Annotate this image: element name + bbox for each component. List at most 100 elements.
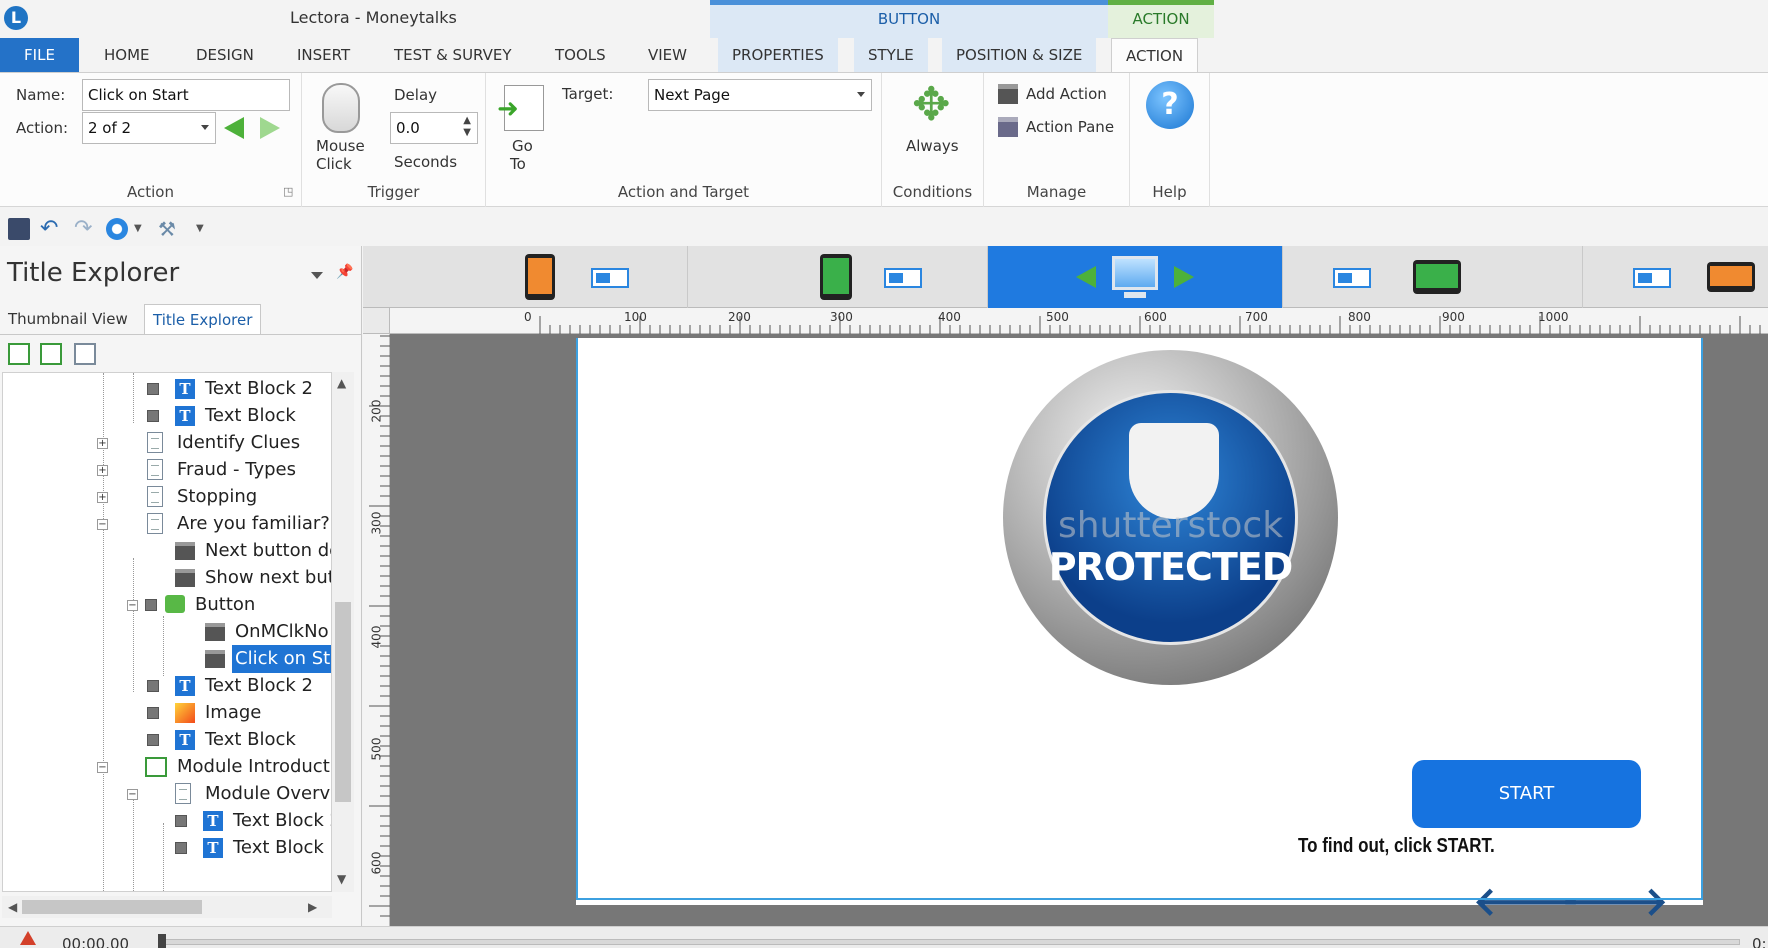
help-group-label: Help <box>1152 183 1187 201</box>
tab-tools[interactable]: TOOLS <box>541 38 620 72</box>
tab-properties[interactable]: PROPERTIES <box>718 38 838 72</box>
lectora-window: L Lectora - Moneytalks BUTTON ACTION FIL… <box>0 0 1768 948</box>
mouse-click-label-1[interactable]: Mouse <box>316 137 365 155</box>
next-device-icon[interactable] <box>1174 266 1194 288</box>
format-painter-icon[interactable]: ⚒ <box>158 218 180 240</box>
collapse-icon[interactable]: − <box>127 600 138 611</box>
next-action-icon[interactable] <box>260 117 280 139</box>
target-label: Target: <box>562 85 614 103</box>
device-desktop[interactable] <box>988 246 1283 308</box>
text-block-icon: T <box>203 838 223 858</box>
toggle-icon[interactable] <box>1633 268 1671 288</box>
tab-insert[interactable]: INSERT <box>283 38 364 72</box>
device-phone-landscape[interactable] <box>1583 246 1768 308</box>
customize-toolbar-icon[interactable]: ▼ <box>196 218 206 240</box>
tab-thumbnail-view[interactable]: Thumbnail View <box>0 304 136 334</box>
ruler-label: 300 <box>830 310 853 324</box>
tab-design[interactable]: DESIGN <box>182 38 268 72</box>
go-to-icon[interactable]: ➜ <box>497 85 544 131</box>
text-block-icon: T <box>175 730 195 750</box>
tab-title-explorer[interactable]: Title Explorer <box>144 304 262 334</box>
ruler-label: 600 <box>369 851 384 875</box>
chevron-up-icon[interactable]: ▲ <box>337 376 346 390</box>
scroll-thumb[interactable] <box>22 900 202 914</box>
ruler-label: 700 <box>1245 310 1268 324</box>
help-icon[interactable]: ? <box>1146 81 1194 129</box>
timeline-handle[interactable] <box>158 934 166 948</box>
lectora-logo-icon[interactable]: L <box>4 6 28 30</box>
device-phone-portrait[interactable] <box>363 246 688 308</box>
add-action-icon[interactable] <box>998 84 1018 104</box>
tab-home[interactable]: HOME <box>90 38 164 72</box>
mouse-click-label-2[interactable]: Click <box>316 155 352 173</box>
collapse-icon[interactable]: − <box>97 519 108 530</box>
expand-icon[interactable]: + <box>97 438 108 449</box>
text-block-icon: T <box>175 406 195 426</box>
tab-position-size[interactable]: POSITION & SIZE <box>942 38 1097 72</box>
spinner-icon[interactable]: ▲ ▼ <box>463 115 471 139</box>
always-icon[interactable]: ✥ <box>912 79 951 129</box>
preview-icon[interactable] <box>106 218 128 240</box>
chevron-down-icon <box>201 125 209 130</box>
chevron-down-icon[interactable]: ▼ <box>134 218 144 240</box>
tab-action[interactable]: ACTION <box>1111 38 1199 73</box>
tree-horizontal-scrollbar[interactable]: ◀ ▶ <box>2 896 332 918</box>
add-section-icon[interactable] <box>40 343 62 365</box>
redo-icon[interactable]: ↷ <box>74 218 96 240</box>
device-tablet-portrait[interactable] <box>688 246 988 308</box>
tab-test-survey[interactable]: TEST & SURVEY <box>380 38 526 72</box>
page-icon <box>147 459 163 480</box>
action-group-label: Action <box>127 183 174 201</box>
action-group: Name: Click on Start Action: 2 of 2 ◳ Ac… <box>0 73 302 207</box>
ruler-label: 500 <box>1046 310 1069 324</box>
add-page-icon[interactable] <box>74 343 96 365</box>
toggle-icon[interactable] <box>1333 268 1371 288</box>
timeline-track[interactable] <box>160 939 1740 945</box>
collapse-icon[interactable]: − <box>127 789 138 800</box>
save-icon[interactable] <box>8 218 30 240</box>
device-tablet-landscape[interactable] <box>1283 246 1583 308</box>
timeline-time: 00:00.00 <box>62 935 130 948</box>
tree-vertical-scrollbar[interactable]: ▲ ▼ <box>332 372 354 892</box>
action-name-input[interactable]: Click on Start <box>82 79 290 111</box>
chevron-down-icon[interactable] <box>311 272 323 279</box>
action-pane-button[interactable]: Action Pane <box>1026 118 1114 136</box>
action-pane-icon[interactable] <box>998 117 1018 137</box>
tab-view[interactable]: VIEW <box>634 38 701 72</box>
toggle-icon[interactable] <box>884 268 922 288</box>
mouse-icon[interactable] <box>322 83 360 133</box>
toggle-icon[interactable] <box>591 268 629 288</box>
start-button[interactable]: START <box>1412 760 1641 828</box>
chevron-right-icon[interactable]: ▶ <box>308 900 317 914</box>
undo-icon[interactable]: ↶ <box>40 218 62 240</box>
collapse-icon[interactable]: − <box>97 762 108 773</box>
manage-group: Add Action Action Pane Manage <box>984 73 1130 207</box>
go-to-label-1[interactable]: Go <box>512 137 533 155</box>
chevron-down-icon[interactable]: ▼ <box>337 872 346 886</box>
add-chapter-icon[interactable] <box>8 343 30 365</box>
ribbon: Name: Click on Start Action: 2 of 2 ◳ Ac… <box>0 72 1768 207</box>
add-action-button[interactable]: Add Action <box>1026 85 1107 103</box>
scroll-thumb[interactable] <box>335 602 351 802</box>
tablet-landscape-icon <box>1413 260 1461 294</box>
timeline-icon[interactable] <box>20 931 36 945</box>
page-workspace: 0 100 200 300 400 500 600 700 800 900 10… <box>363 246 1768 926</box>
next-arrow-icon[interactable]: 🡒 <box>1561 876 1668 925</box>
expand-icon[interactable]: + <box>97 492 108 503</box>
target-value: Next Page <box>654 86 731 104</box>
go-to-label-2[interactable]: To <box>510 155 526 173</box>
pin-icon[interactable]: 📌 <box>336 264 353 280</box>
action-index-select[interactable]: 2 of 2 <box>82 112 216 144</box>
previous-device-icon[interactable] <box>1076 266 1096 288</box>
image-icon <box>175 703 195 723</box>
tab-style[interactable]: STYLE <box>854 38 928 72</box>
instruction-text[interactable]: To find out, click START. <box>1298 835 1495 858</box>
tab-file[interactable]: FILE <box>0 38 79 72</box>
previous-action-icon[interactable] <box>224 117 244 139</box>
expand-icon[interactable]: + <box>97 465 108 476</box>
target-select[interactable]: Next Page <box>648 79 872 111</box>
protected-badge-image[interactable]: shutterstock PROTECTED <box>1003 350 1338 685</box>
delay-input[interactable]: 0.0 ▲ ▼ <box>390 112 478 144</box>
always-label[interactable]: Always <box>906 137 959 155</box>
chevron-left-icon[interactable]: ◀ <box>8 900 17 914</box>
